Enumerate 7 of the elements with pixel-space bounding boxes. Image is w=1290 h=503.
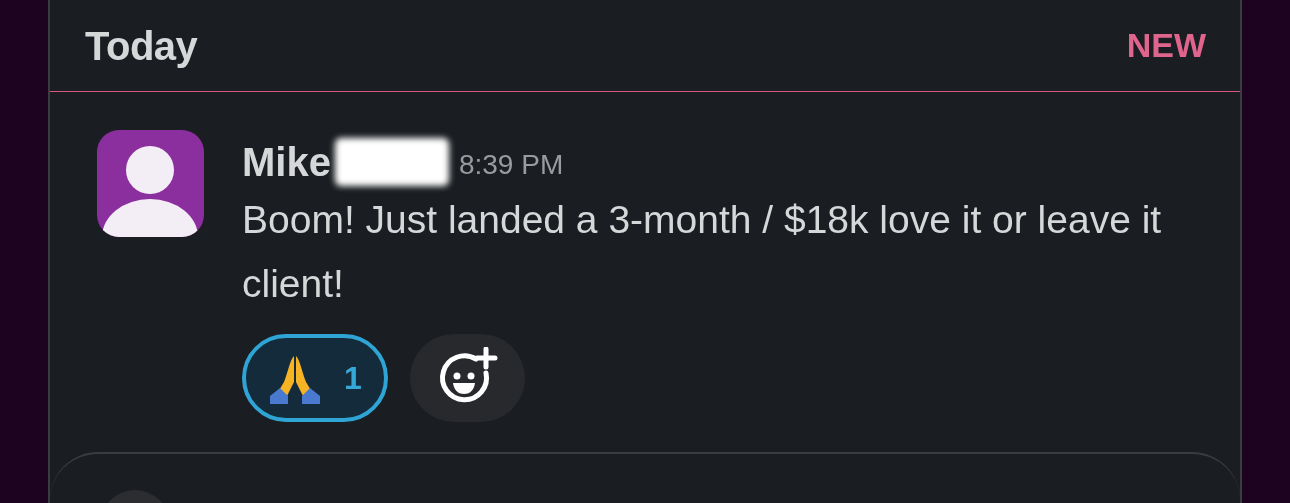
reaction-button[interactable]: 1 [242, 334, 388, 422]
new-label: NEW [1126, 25, 1206, 66]
message-text: Boom! Just landed a 3-month / $18k love it or leave it client! [242, 197, 1163, 307]
author-name[interactable]: Mike [242, 142, 331, 182]
message-time: 8:39 PM [458, 151, 564, 179]
date-heading: Today [85, 22, 198, 70]
avatar-icon[interactable] [97, 130, 204, 237]
